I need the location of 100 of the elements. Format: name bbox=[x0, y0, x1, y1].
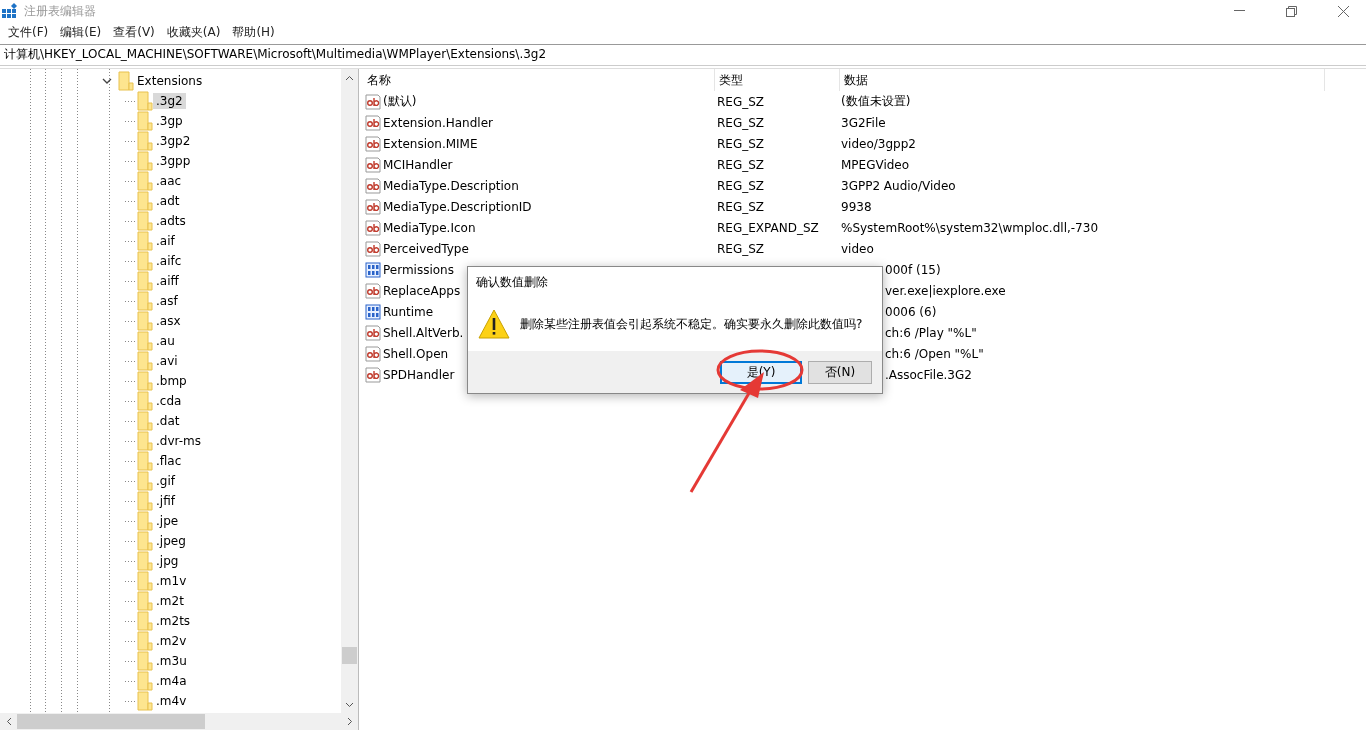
value-data: video/3gpp2 bbox=[841, 136, 916, 151]
menu-item[interactable]: 收藏夹(A) bbox=[160, 23, 227, 41]
value-data: ch:6 /Open "%L" bbox=[885, 346, 984, 361]
string-value-icon bbox=[365, 177, 381, 194]
tree-item[interactable]: .m1v bbox=[153, 573, 190, 589]
tree-item[interactable]: Extensions bbox=[134, 73, 206, 89]
tree-item[interactable]: .m3u bbox=[153, 653, 190, 669]
value-type: REG_SZ bbox=[717, 115, 765, 130]
tree-item[interactable]: .m4v bbox=[153, 693, 190, 709]
tree-item[interactable]: .dvr-ms bbox=[153, 433, 204, 449]
tree-item[interactable]: .asx bbox=[153, 313, 184, 329]
tree-item[interactable]: .m2v bbox=[153, 633, 190, 649]
tree-item[interactable]: .bmp bbox=[153, 373, 190, 389]
value-data: MPEGVideo bbox=[841, 157, 910, 172]
tree-item[interactable]: .aiff bbox=[153, 273, 182, 289]
folder-icon bbox=[137, 471, 153, 491]
value-name: Runtime bbox=[383, 304, 434, 319]
minimize-icon[interactable] bbox=[1233, 10, 1245, 12]
tree-item[interactable]: .dat bbox=[153, 413, 183, 429]
string-value-icon bbox=[365, 114, 381, 131]
value-name: PerceivedType bbox=[383, 241, 469, 256]
scroll-thumb[interactable] bbox=[17, 714, 205, 729]
tree-item[interactable]: .au bbox=[153, 333, 178, 349]
folder-icon bbox=[137, 231, 153, 251]
scroll-up-icon[interactable] bbox=[345, 74, 354, 81]
column-header[interactable]: 类型 bbox=[715, 69, 840, 91]
value-name: Shell.Open bbox=[383, 346, 449, 361]
string-value-icon bbox=[365, 366, 381, 383]
folder-icon bbox=[137, 671, 153, 691]
folder-icon bbox=[137, 251, 153, 271]
string-value-icon bbox=[365, 93, 381, 110]
tree-item[interactable]: .jfif bbox=[153, 493, 178, 509]
tree-item[interactable]: .m4a bbox=[153, 673, 190, 689]
folder-icon bbox=[137, 531, 153, 551]
binary-value-icon bbox=[365, 261, 381, 278]
string-value-icon bbox=[365, 219, 381, 236]
value-type: REG_SZ bbox=[717, 136, 765, 151]
warning-icon bbox=[478, 309, 510, 339]
tree-item[interactable]: .jpe bbox=[153, 513, 182, 529]
dialog-message: 删除某些注册表值会引起系统不稳定。确实要永久删除此数值吗? bbox=[520, 315, 863, 333]
value-name: (默认) bbox=[383, 93, 417, 110]
folder-icon bbox=[137, 411, 153, 431]
tree-item[interactable]: .m2t bbox=[153, 593, 187, 609]
column-header[interactable]: 名称 bbox=[363, 69, 715, 91]
tree-item[interactable]: .adts bbox=[153, 213, 189, 229]
tree-item[interactable]: .3gpp bbox=[153, 153, 194, 169]
vertical-scrollbar[interactable] bbox=[341, 69, 358, 713]
folder-icon bbox=[137, 491, 153, 511]
value-name: ReplaceApps bbox=[383, 283, 461, 298]
tree-item[interactable]: .aifc bbox=[153, 253, 185, 269]
tree-item[interactable]: .3gp bbox=[153, 113, 186, 129]
tree-item[interactable]: .3g2 bbox=[153, 93, 186, 109]
menu-item[interactable]: 文件(F) bbox=[2, 23, 55, 41]
folder-icon bbox=[137, 511, 153, 531]
folder-icon bbox=[137, 211, 153, 231]
value-type: REG_EXPAND_SZ bbox=[717, 220, 819, 235]
menu-item[interactable]: 编辑(E) bbox=[54, 23, 108, 41]
value-name: Extension.Handler bbox=[383, 115, 493, 130]
tree-item[interactable]: .m2ts bbox=[153, 613, 194, 629]
folder-icon bbox=[137, 171, 153, 191]
folder-icon bbox=[137, 91, 153, 111]
folder-icon bbox=[137, 611, 153, 631]
column-header[interactable]: 数据 bbox=[840, 69, 1325, 91]
scroll-right-icon[interactable] bbox=[346, 717, 353, 726]
menu-item[interactable]: 帮助(H) bbox=[226, 23, 281, 41]
tree-item[interactable]: .flac bbox=[153, 453, 185, 469]
scroll-down-icon[interactable] bbox=[345, 701, 354, 708]
value-data: 0006 (6) bbox=[885, 304, 937, 319]
folder-icon bbox=[137, 271, 153, 291]
menu-item[interactable]: 查看(V) bbox=[107, 23, 161, 41]
chevron-down-icon[interactable] bbox=[102, 76, 112, 86]
tree-item[interactable]: .aif bbox=[153, 233, 178, 249]
string-value-icon bbox=[365, 345, 381, 362]
folder-icon bbox=[137, 691, 153, 711]
value-type: REG_SZ bbox=[717, 199, 765, 214]
tree-item[interactable]: .avi bbox=[153, 353, 181, 369]
value-name: MediaType.Description bbox=[383, 178, 519, 193]
string-value-icon bbox=[365, 324, 381, 341]
folder-icon bbox=[137, 371, 153, 391]
tree-item[interactable]: .adt bbox=[153, 193, 183, 209]
tree-item[interactable]: .cda bbox=[153, 393, 185, 409]
string-value-icon bbox=[365, 282, 381, 299]
horizontal-scrollbar[interactable] bbox=[0, 713, 358, 730]
tree-item[interactable]: .aac bbox=[153, 173, 185, 189]
restore-icon[interactable] bbox=[1285, 5, 1297, 17]
value-data: .AssocFile.3G2 bbox=[885, 367, 972, 382]
tree-item[interactable]: .gif bbox=[153, 473, 178, 489]
tree-item[interactable]: .jpeg bbox=[153, 533, 189, 549]
close-icon[interactable] bbox=[1337, 5, 1349, 17]
value-name: Extension.MIME bbox=[383, 136, 478, 151]
address-bar[interactable]: 计算机\HKEY_LOCAL_MACHINE\SOFTWARE\Microsoft\Multimedia\WMPlayer\Extensions\.3g2 bbox=[0, 44, 1366, 66]
value-name: MediaType.DescriptionID bbox=[383, 199, 532, 214]
scroll-left-icon[interactable] bbox=[5, 717, 12, 726]
dialog-button[interactable]: 否(N) bbox=[808, 360, 872, 384]
tree-item[interactable]: .jpg bbox=[153, 553, 182, 569]
scroll-thumb[interactable] bbox=[342, 647, 357, 664]
value-type: REG_SZ bbox=[717, 157, 765, 172]
folder-icon bbox=[137, 191, 153, 211]
tree-item[interactable]: .3gp2 bbox=[153, 133, 194, 149]
tree-item[interactable]: .asf bbox=[153, 293, 181, 309]
